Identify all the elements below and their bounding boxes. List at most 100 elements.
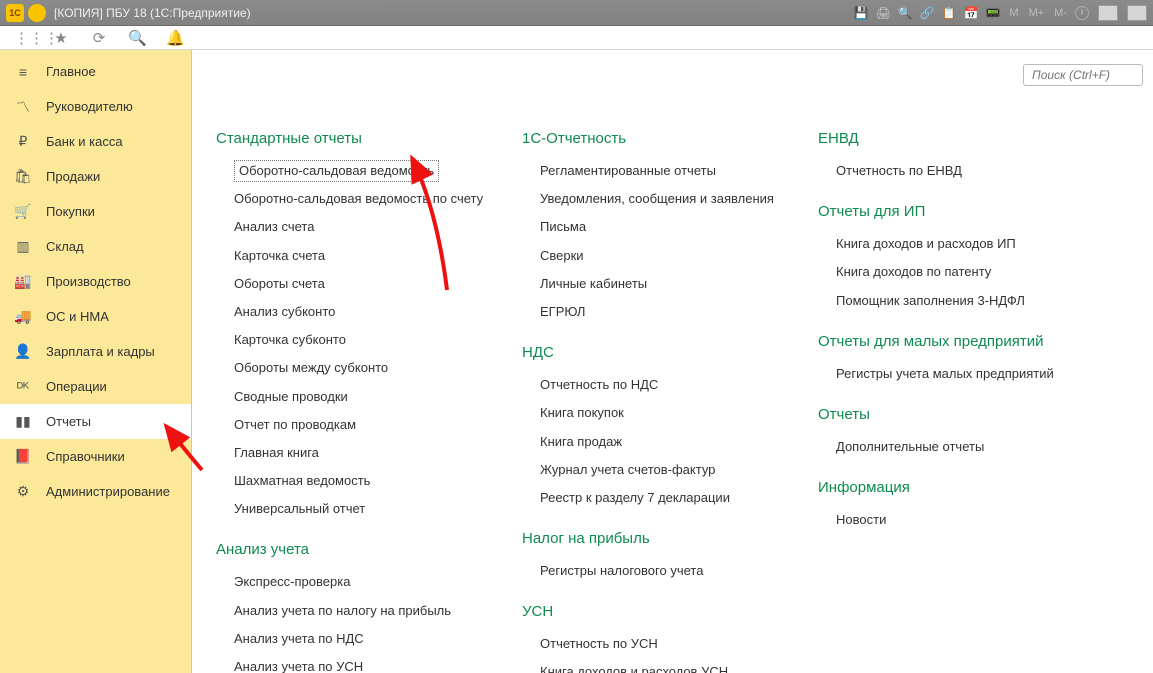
link-item[interactable]: ЕГРЮЛ: [540, 298, 812, 326]
link-item[interactable]: Сводные проводки: [234, 383, 516, 411]
book-icon: 📕: [14, 448, 32, 465]
link-icon[interactable]: 🔗: [919, 5, 935, 21]
sidebar-item-0[interactable]: ≡Главное: [0, 54, 191, 89]
dtkt-icon: ᴰᴷ: [14, 379, 32, 395]
window-title: [КОПИЯ] ПБУ 18 (1С:Предприятие): [54, 6, 853, 20]
link-item[interactable]: Письма: [540, 213, 812, 241]
star-icon[interactable]: ★: [52, 29, 70, 47]
link-item[interactable]: Книга продаж: [540, 428, 812, 456]
link-item[interactable]: Книга доходов и расходов ИП: [836, 230, 1108, 258]
sidebar-item-label: Руководителю: [46, 99, 133, 114]
column-0: Стандартные отчеты Оборотно-сальдовая вед…: [216, 130, 516, 673]
m-label[interactable]: M: [1007, 7, 1020, 19]
sidebar-item-6[interactable]: 🏭Производство: [0, 264, 191, 299]
section-title[interactable]: НДС: [522, 344, 812, 361]
section-title[interactable]: Отчеты: [818, 406, 1108, 423]
section-title[interactable]: Информация: [818, 479, 1108, 496]
m-minus-label[interactable]: M-: [1052, 7, 1069, 19]
section-title[interactable]: Отчеты для малых предприятий: [818, 333, 1108, 350]
search-wrap: [1023, 64, 1143, 86]
top-ribbon: ⋮⋮⋮ ★ ⟳ 🔍 🔔: [0, 26, 1153, 50]
sidebar-item-5[interactable]: ▥Склад: [0, 229, 191, 264]
link-item[interactable]: Помощник заполнения 3-НДФЛ: [836, 287, 1108, 315]
link-item[interactable]: Личные кабинеты: [540, 270, 812, 298]
sidebar-item-10[interactable]: ▮▮Отчеты: [0, 404, 191, 439]
calculator-icon[interactable]: 📟: [985, 5, 1001, 21]
link-item[interactable]: Анализ учета по налогу на прибыль: [234, 597, 516, 625]
factory-icon: 🏭: [14, 273, 32, 290]
minimize-button[interactable]: [1098, 5, 1118, 21]
search-icon[interactable]: 🔍: [128, 29, 146, 47]
link-item[interactable]: Дополнительные отчеты: [836, 433, 1108, 461]
link-list: Отчетность по УСНКнига доходов и расходо…: [522, 630, 812, 673]
ruble-icon: ₽: [14, 133, 32, 150]
m-plus-label[interactable]: M+: [1027, 7, 1047, 19]
sidebar-item-9[interactable]: ᴰᴷОперации: [0, 369, 191, 404]
link-item[interactable]: Отчет по проводкам: [234, 411, 516, 439]
calendar-icon[interactable]: 📅: [963, 5, 979, 21]
clipboard-icon[interactable]: 📋: [941, 5, 957, 21]
print-icon[interactable]: 🖨: [875, 5, 891, 21]
link-item[interactable]: Книга доходов по патенту: [836, 258, 1108, 286]
apps-icon[interactable]: ⋮⋮⋮: [14, 29, 32, 47]
link-item[interactable]: Уведомления, сообщения и заявления: [540, 185, 812, 213]
section-title[interactable]: Стандартные отчеты: [216, 130, 516, 147]
section-title[interactable]: УСН: [522, 603, 812, 620]
link-item[interactable]: Универсальный отчет: [234, 495, 516, 523]
person-icon: 👤: [14, 343, 32, 360]
link-item[interactable]: Регистры налогового учета: [540, 557, 812, 585]
link-item[interactable]: Книга доходов и расходов УСН: [540, 658, 812, 673]
link-item[interactable]: Шахматная ведомость: [234, 467, 516, 495]
sidebar-item-7[interactable]: 🚚ОС и НМА: [0, 299, 191, 334]
link-item[interactable]: Анализ счета: [234, 213, 516, 241]
link-item[interactable]: Карточка счета: [234, 242, 516, 270]
link-list: Новости: [818, 506, 1108, 534]
link-item[interactable]: Анализ учета по НДС: [234, 625, 516, 653]
section-title[interactable]: Отчеты для ИП: [818, 203, 1108, 220]
sidebar-item-12[interactable]: ⚙Администрирование: [0, 474, 191, 509]
link-item[interactable]: Журнал учета счетов-фактур: [540, 456, 812, 484]
link-item[interactable]: Анализ субконто: [234, 298, 516, 326]
link-item[interactable]: Экспресс-проверка: [234, 568, 516, 596]
cart-icon: 🛒: [14, 203, 32, 220]
sidebar-item-4[interactable]: 🛒 Покупки: [0, 194, 191, 229]
link-item[interactable]: Обороты между субконто: [234, 354, 516, 382]
link-item[interactable]: Обороты счета: [234, 270, 516, 298]
link-item[interactable]: Новости: [836, 506, 1108, 534]
link-item[interactable]: Анализ учета по УСН: [234, 653, 516, 673]
link-item[interactable]: Регистры учета малых предприятий: [836, 360, 1108, 388]
bell-icon[interactable]: 🔔: [166, 29, 184, 47]
section-title[interactable]: 1С-Отчетность: [522, 130, 812, 147]
sidebar-item-label: Покупки: [46, 204, 95, 219]
link-item[interactable]: Оборотно-сальдовая ведомость: [234, 160, 439, 182]
smile-icon: [28, 4, 46, 22]
section-title[interactable]: Налог на прибыль: [522, 530, 812, 547]
link-item[interactable]: Оборотно-сальдовая ведомость по счету: [234, 185, 516, 213]
preview-icon[interactable]: 🔍: [897, 5, 913, 21]
sidebar-item-11[interactable]: 📕Справочники: [0, 439, 191, 474]
sidebar-item-2[interactable]: ₽Банк и касса: [0, 124, 191, 159]
sidebar: ≡Главное〽Руководителю₽Банк и касса🛍Прода…: [0, 50, 192, 673]
sidebar-item-label: ОС и НМА: [46, 309, 109, 324]
link-item[interactable]: Книга покупок: [540, 399, 812, 427]
link-item[interactable]: Отчетность по НДС: [540, 371, 812, 399]
sidebar-item-8[interactable]: 👤Зарплата и кадры: [0, 334, 191, 369]
history-icon[interactable]: ⟳: [90, 29, 108, 47]
sidebar-item-3[interactable]: 🛍Продажи: [0, 159, 191, 194]
section-title[interactable]: Анализ учета: [216, 541, 516, 558]
link-item[interactable]: Главная книга: [234, 439, 516, 467]
link-item[interactable]: Реестр к разделу 7 декларации: [540, 484, 812, 512]
link-item[interactable]: Отчетность по ЕНВД: [836, 157, 1108, 185]
link-item[interactable]: Отчетность по УСН: [540, 630, 812, 658]
link-item[interactable]: Сверки: [540, 242, 812, 270]
search-input[interactable]: [1023, 64, 1143, 86]
sidebar-item-1[interactable]: 〽Руководителю: [0, 89, 191, 124]
maximize-button[interactable]: [1127, 5, 1147, 21]
link-list: Экспресс-проверкаАнализ учета по налогу …: [216, 568, 516, 673]
help-icon[interactable]: i: [1075, 6, 1089, 20]
link-item[interactable]: Регламентированные отчеты: [540, 157, 812, 185]
link-list: Оборотно-сальдовая ведомость Оборотно-сал…: [216, 157, 516, 523]
section-title[interactable]: ЕНВД: [818, 130, 1108, 147]
save-icon[interactable]: 💾: [853, 5, 869, 21]
link-item[interactable]: Карточка субконто: [234, 326, 516, 354]
